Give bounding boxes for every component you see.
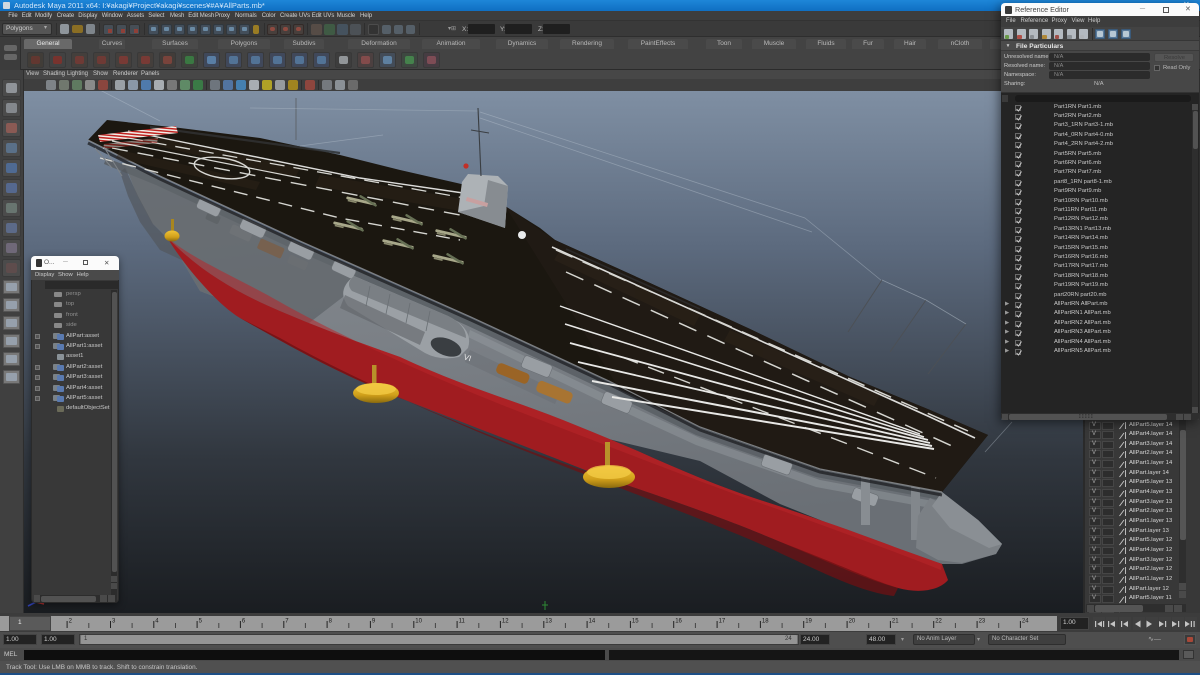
svg-text:20: 20 <box>849 619 856 625</box>
svg-text:22: 22 <box>935 619 942 625</box>
svg-text:18: 18 <box>762 619 769 625</box>
svg-text:7: 7 <box>285 619 289 625</box>
svg-text:6: 6 <box>242 619 246 625</box>
svg-text:16: 16 <box>675 619 682 625</box>
svg-text:5: 5 <box>199 619 203 625</box>
svg-text:15: 15 <box>632 619 639 625</box>
svg-text:17: 17 <box>719 619 726 625</box>
svg-text:10: 10 <box>415 619 422 625</box>
svg-text:12: 12 <box>502 619 509 625</box>
svg-text:23: 23 <box>979 619 986 625</box>
svg-text:11: 11 <box>459 619 466 625</box>
svg-text:21: 21 <box>892 619 899 625</box>
svg-text:9: 9 <box>372 619 376 625</box>
svg-text:13: 13 <box>545 619 552 625</box>
svg-text:4: 4 <box>155 619 159 625</box>
svg-text:8: 8 <box>329 619 333 625</box>
svg-text:24: 24 <box>1022 619 1029 625</box>
svg-text:2: 2 <box>69 619 73 625</box>
svg-text:3: 3 <box>112 619 116 625</box>
svg-text:19: 19 <box>805 619 812 625</box>
svg-text:14: 14 <box>589 619 596 625</box>
